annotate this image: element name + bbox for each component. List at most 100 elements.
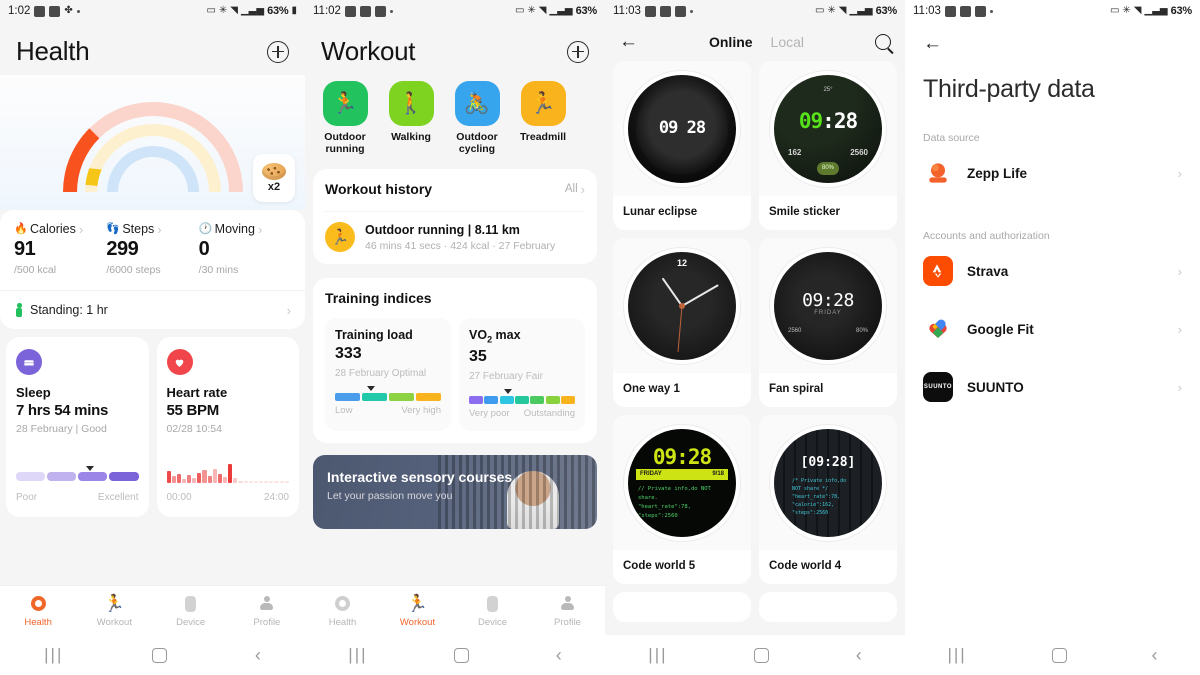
watchface-name: Smile sticker bbox=[769, 206, 840, 218]
row-google-fit[interactable]: Google Fit › bbox=[905, 300, 1200, 358]
training-load-card[interactable]: Training load 333 28 February Optimal Lo… bbox=[325, 318, 451, 431]
row-suunto[interactable]: SUUNTO SUUNTO › bbox=[905, 358, 1200, 416]
status-icon-wifi: ◥ bbox=[838, 5, 847, 16]
back-chevron-icon[interactable]: ‹ bbox=[556, 645, 562, 666]
metric-calories[interactable]: 🔥 Calories › 91 /500 kcal bbox=[14, 222, 106, 276]
metric-goal: /6000 steps bbox=[106, 264, 161, 276]
watchface-card[interactable]: [09:28] /* Private info,do NOT share */"h… bbox=[759, 415, 897, 584]
health-detail-cards: Sleep 7 hrs 54 mins 28 February | Good P… bbox=[0, 329, 305, 517]
home-square-icon[interactable] bbox=[1051, 647, 1067, 663]
row-zepp-life[interactable]: Zepp Life › bbox=[905, 144, 1200, 202]
search-icon[interactable] bbox=[875, 33, 891, 50]
workout-type-walking[interactable]: 🚶 Walking bbox=[383, 81, 439, 155]
home-square-icon[interactable] bbox=[454, 647, 470, 663]
back-chevron-icon[interactable]: ‹ bbox=[856, 645, 862, 666]
banner-subtitle: Let your passion move you bbox=[327, 489, 453, 502]
watchface-card-partial[interactable] bbox=[759, 592, 897, 622]
row-label: SUUNTO bbox=[967, 379, 1024, 395]
recent-apps-button[interactable]: ||| bbox=[648, 645, 667, 665]
tab-online[interactable]: Online bbox=[709, 34, 753, 50]
flame-icon: 🔥 bbox=[14, 222, 28, 235]
back-arrow-icon[interactable]: ← bbox=[923, 34, 1182, 53]
watchface-grid: 09 28 Lunar eclipse 25° 09:28 162 2560 8… bbox=[605, 61, 905, 622]
plus-circle-icon[interactable] bbox=[267, 40, 289, 63]
status-time: 11:02 bbox=[313, 5, 341, 17]
tab-health[interactable]: Health bbox=[0, 594, 76, 628]
profile-icon bbox=[560, 596, 575, 611]
watchface-preview-fan-spiral: 09:28 FRIDAY 2560 80% bbox=[774, 251, 882, 360]
workout-type-label: Outdoor running bbox=[324, 131, 366, 155]
tab-profile[interactable]: Profile bbox=[530, 594, 605, 628]
recent-apps-button[interactable]: ||| bbox=[947, 645, 966, 665]
watchface-card[interactable]: 09:28 FRIDAY 9/18 // Private info,do NOT … bbox=[613, 415, 751, 584]
status-icon-wifi: ◥ bbox=[1133, 5, 1142, 16]
workout-type-outdoor-cycling[interactable]: 🚴 Outdoor cycling bbox=[449, 81, 505, 155]
tab-health[interactable]: Health bbox=[305, 594, 380, 628]
reward-badge[interactable]: x2 bbox=[253, 154, 295, 202]
recent-apps-button[interactable]: ||| bbox=[348, 645, 367, 665]
metric-steps[interactable]: 👣 Steps › 299 /6000 steps bbox=[106, 222, 198, 276]
battery-icon: ▮ bbox=[291, 5, 297, 16]
section-label-accounts: Accounts and authorization bbox=[923, 230, 1050, 242]
watchface-time: 09 28 bbox=[658, 118, 706, 138]
sleep-marker-icon bbox=[85, 466, 94, 471]
metric-moving[interactable]: 🕐 Moving › 0 /30 mins bbox=[199, 222, 291, 276]
vo2-max-card[interactable]: VO2 max 35 27 February Fair Very poor Ou… bbox=[459, 318, 585, 431]
tab-device[interactable]: Device bbox=[153, 594, 229, 628]
watchface-time: 09:28 bbox=[798, 108, 858, 133]
back-chevron-icon[interactable]: ‹ bbox=[1152, 645, 1158, 666]
watchface-card[interactable]: 09:28 FRIDAY 2560 80% Fan spiral bbox=[759, 238, 897, 407]
health-header: Health bbox=[0, 22, 305, 75]
tab-device[interactable]: Device bbox=[455, 594, 530, 628]
history-entry-title: Outdoor running | 8.11 km bbox=[365, 222, 520, 237]
tab-local[interactable]: Local bbox=[771, 34, 804, 50]
panel-watchfaces: 11:03 ▭ ✳ ◥ ▁▃▅ 63% ← Online Local 09 28… bbox=[605, 0, 905, 675]
workout-type-outdoor-running[interactable]: 🏃 Outdoor running bbox=[317, 81, 373, 155]
sleep-title: Sleep bbox=[16, 385, 51, 400]
row-strava[interactable]: Strava › bbox=[905, 242, 1200, 300]
sleep-scale-high: Excellent bbox=[97, 492, 139, 503]
recent-apps-button[interactable]: ||| bbox=[44, 645, 63, 665]
heart-icon bbox=[166, 349, 193, 375]
workout-history-entry[interactable]: 🏃 Outdoor running | 8.11 km 46 mins 41 s… bbox=[325, 211, 585, 252]
tab-workout[interactable]: 🏃 Workout bbox=[380, 594, 455, 628]
watchface-preview-code-world-4: [09:28] /* Private info,do NOT share */"h… bbox=[774, 428, 882, 537]
watchface-battery: 80% bbox=[855, 327, 868, 334]
page-title: Third-party data bbox=[923, 75, 1095, 103]
home-square-icon[interactable] bbox=[754, 647, 770, 663]
metrics-card: 🔥 Calories › 91 /500 kcal 👣 Steps › 299 … bbox=[0, 210, 305, 290]
sleep-scale-low: Poor bbox=[16, 492, 38, 503]
status-icon-bluetooth: ✳ bbox=[218, 5, 228, 16]
status-bar: 11:03 ▭ ✳ ◥ ▁▃▅ 63% bbox=[905, 0, 1200, 22]
workout-history-all-link[interactable]: All › bbox=[565, 183, 585, 196]
status-icon-dot bbox=[76, 9, 80, 13]
plus-circle-icon[interactable] bbox=[567, 40, 589, 63]
tab-workout[interactable]: 🏃 Workout bbox=[76, 594, 152, 628]
sleep-card[interactable]: Sleep 7 hrs 54 mins 28 February | Good P… bbox=[6, 337, 149, 517]
watchface-card-partial[interactable] bbox=[613, 592, 751, 622]
workout-type-treadmill[interactable]: 🏃 Treadmill bbox=[515, 81, 571, 155]
running-icon: 🏃 bbox=[325, 222, 355, 252]
activity-rings[interactable]: x2 bbox=[0, 75, 305, 210]
promo-banner[interactable]: Interactive sensory courses Let your pas… bbox=[313, 454, 597, 529]
back-arrow-icon[interactable]: ← bbox=[619, 32, 638, 51]
sleep-seg bbox=[47, 472, 77, 481]
standing-row[interactable]: Standing: 1 hr › bbox=[0, 290, 305, 329]
watchface-card[interactable]: 12 One way 1 bbox=[613, 238, 751, 407]
training-load-high: Very high bbox=[401, 405, 441, 416]
metric-value: 91 bbox=[14, 238, 36, 260]
tab-profile[interactable]: Profile bbox=[229, 594, 305, 628]
watchface-card[interactable]: 09 28 Lunar eclipse bbox=[613, 61, 751, 230]
chevron-right-icon: › bbox=[1177, 379, 1182, 395]
row-label: Google Fit bbox=[967, 321, 1034, 337]
watchface-card[interactable]: 25° 09:28 162 2560 80% Smile sticker bbox=[759, 61, 897, 230]
metric-label: Moving bbox=[214, 222, 255, 236]
back-chevron-icon[interactable]: ‹ bbox=[255, 645, 261, 666]
status-icon-vibrate: ▭ bbox=[814, 5, 825, 16]
status-time: 11:03 bbox=[613, 5, 641, 17]
heart-rate-card[interactable]: Heart rate 55 BPM 02/28 10:54 00:00 24:0… bbox=[156, 337, 299, 517]
home-square-icon[interactable] bbox=[151, 647, 167, 663]
sleep-seg bbox=[16, 472, 46, 481]
health-ring-icon bbox=[335, 596, 350, 611]
sleep-seg bbox=[109, 472, 139, 481]
